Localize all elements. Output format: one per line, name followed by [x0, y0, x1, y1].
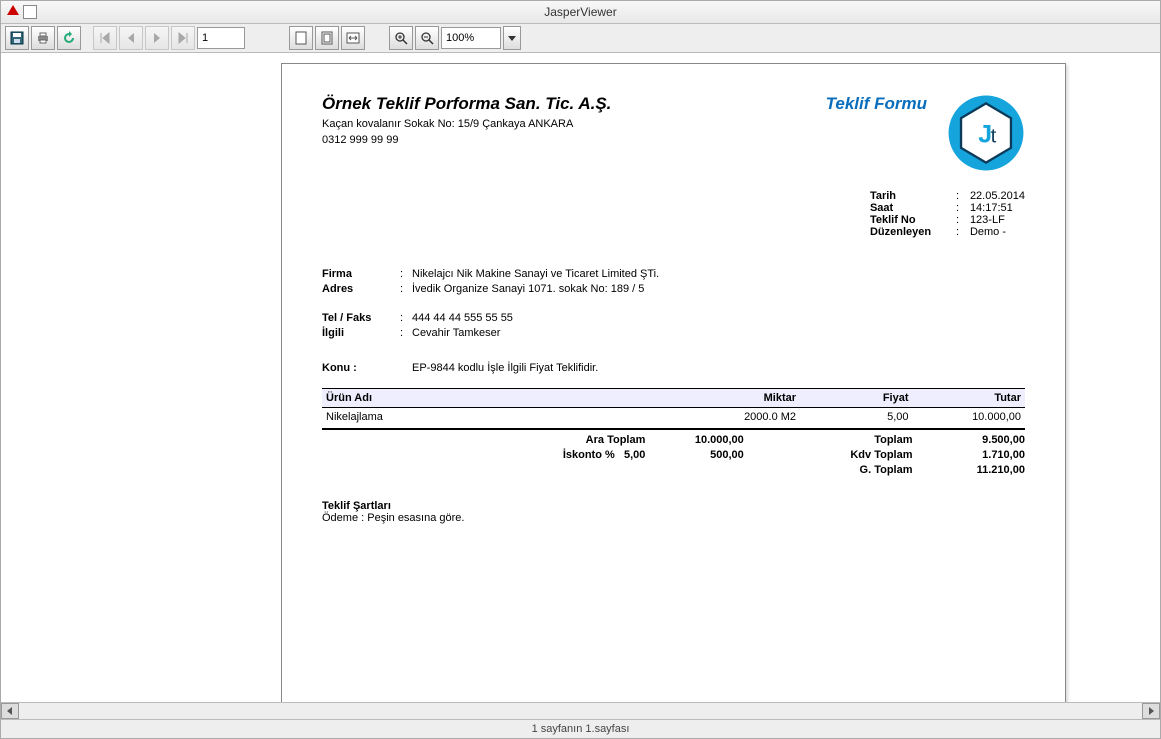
subject-value: EP-9844 kodlu İşle İlgili Fiyat Teklifid…	[412, 362, 598, 374]
subtotal-value: 10.000,00	[645, 434, 743, 446]
company-address-1: Kaçan kovalanır Sokak No: 15/9 Çankaya A…	[322, 118, 826, 130]
cell-name: Nikelajlama	[322, 408, 674, 427]
horizontal-scrollbar[interactable]	[1, 702, 1160, 719]
vat-value: 1.710,00	[913, 449, 1025, 461]
telfax-value: 444 44 44 555 55 55	[412, 312, 513, 324]
page-number-input[interactable]	[197, 27, 245, 49]
company-name: Örnek Teklif Porforma San. Tic. A.Ş.	[322, 94, 826, 114]
address-label: Adres	[322, 283, 400, 295]
terms-line-1: Ödeme : Peşin esasına göre.	[322, 512, 1025, 524]
company-address-2: 0312 999 99 99	[322, 134, 826, 146]
prev-page-button[interactable]	[119, 26, 143, 50]
scroll-right-button[interactable]	[1142, 703, 1160, 719]
meta-date-label: Tarih	[870, 190, 956, 202]
col-product: Ürün Adı	[322, 389, 674, 408]
cell-qty: 2000.0 M2	[674, 408, 801, 427]
toolbar	[1, 24, 1160, 53]
total-value: 9.500,00	[913, 434, 1025, 446]
svg-text:t: t	[991, 125, 997, 147]
scroll-left-button[interactable]	[1, 703, 19, 719]
save-button[interactable]	[5, 26, 29, 50]
fit-page-button[interactable]	[315, 26, 339, 50]
form-title: Teklif Formu	[826, 94, 927, 114]
meta-offer-no-value: 123-LF	[970, 214, 1005, 226]
next-page-button[interactable]	[145, 26, 169, 50]
zoom-in-button[interactable]	[389, 26, 413, 50]
firm-label: Firma	[322, 268, 400, 280]
grand-total-value: 11.210,00	[913, 464, 1025, 476]
chevron-down-icon	[508, 36, 516, 41]
discount-label: İskonto %	[563, 449, 615, 461]
zoom-input[interactable]	[441, 27, 501, 49]
cell-total: 10.000,00	[913, 408, 1025, 427]
col-qty: Miktar	[674, 389, 801, 408]
grand-total-label: G. Toplam	[744, 464, 913, 476]
company-logo-icon: J t	[947, 94, 1025, 172]
firm-value: Nikelajcı Nik Makine Sanayi ve Ticaret L…	[412, 268, 659, 280]
report-page: Örnek Teklif Porforma San. Tic. A.Ş. Kaç…	[281, 63, 1066, 702]
telfax-label: Tel / Faks	[322, 312, 400, 324]
meta-preparer-label: Düzenleyen	[870, 226, 956, 238]
zoom-out-button[interactable]	[415, 26, 439, 50]
col-price: Fiyat	[800, 389, 912, 408]
print-button[interactable]	[31, 26, 55, 50]
subject-label: Konu :	[322, 362, 400, 374]
meta-time-label: Saat	[870, 202, 956, 214]
table-row: Nikelajlama 2000.0 M2 5,00 10.000,00	[322, 408, 1025, 427]
vat-label: Kdv Toplam	[744, 449, 913, 461]
reload-button[interactable]	[57, 26, 81, 50]
zoom-dropdown-button[interactable]	[503, 26, 521, 50]
cell-price: 5,00	[800, 408, 912, 427]
app-window: JasperViewer Örnek Teklif Po	[0, 0, 1161, 739]
contact-value: Cevahir Tamkeser	[412, 327, 500, 339]
fit-width-button[interactable]	[341, 26, 365, 50]
window-title: JasperViewer	[1, 5, 1160, 19]
status-bar: 1 sayfanın 1.sayfası	[1, 719, 1160, 738]
fit-actual-button[interactable]	[289, 26, 313, 50]
first-page-button[interactable]	[93, 26, 117, 50]
contact-label: İlgili	[322, 327, 400, 339]
terms-heading: Teklif Şartları	[322, 500, 1025, 512]
meta-time-value: 14:17:51	[970, 202, 1013, 214]
meta-offer-no-label: Teklif No	[870, 214, 956, 226]
report-viewport[interactable]: Örnek Teklif Porforma San. Tic. A.Ş. Kaç…	[1, 53, 1160, 702]
last-page-button[interactable]	[171, 26, 195, 50]
meta-date-value: 22.05.2014	[970, 190, 1025, 202]
meta-preparer-value: Demo -	[970, 226, 1006, 238]
discount-value: 500,00	[645, 449, 743, 461]
titlebar: JasperViewer	[1, 1, 1160, 24]
items-table: Ürün Adı Miktar Fiyat Tutar Nikelajlama …	[322, 388, 1025, 426]
total-label: Toplam	[744, 434, 913, 446]
subtotal-label: Ara Toplam	[322, 434, 645, 446]
discount-pct: 5,00	[624, 449, 645, 461]
address-value: İvedik Organize Sanayi 1071. sokak No: 1…	[412, 283, 644, 295]
col-total: Tutar	[913, 389, 1025, 408]
